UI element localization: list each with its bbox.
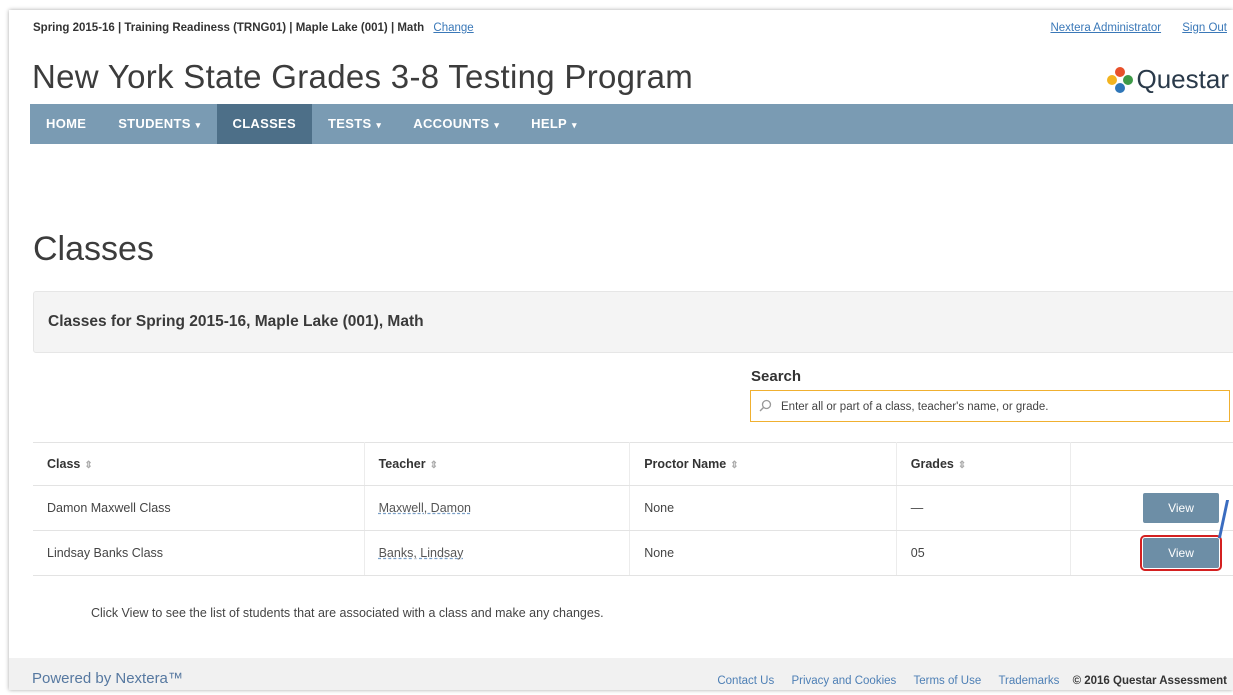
nav-tests[interactable]: TESTS ▾ [312,104,397,144]
user-links: Nextera Administrator Sign Out [1032,22,1227,34]
footer-links: Contact Us Privacy and Cookies Terms of … [703,675,1227,687]
col-teacher[interactable]: Teacher ⇕ [364,442,631,486]
page-title: Classes [33,230,154,268]
context-info: Spring 2015-16 | Training Readiness (TRN… [33,22,474,34]
classes-panel: Classes for Spring 2015-16, Maple Lake (… [33,291,1233,353]
terms-link[interactable]: Terms of Use [913,675,981,687]
teacher-link[interactable]: Banks, Lindsay [379,546,464,560]
col-actions [1070,442,1233,486]
site-header: New York State Grades 3-8 Testing Progra… [9,52,1233,102]
panel-heading: Classes for Spring 2015-16, Maple Lake (… [48,313,424,330]
questar-logo-icon [1106,66,1133,93]
col-grades-label: Grades [910,457,954,471]
class-name-cell: Damon Maxwell Class [33,485,365,531]
program-title: New York State Grades 3-8 Testing Progra… [32,58,694,95]
footer: Powered by Nextera™ Contact Us Privacy a… [9,658,1233,690]
instruction-note: Click View to see the list of students t… [91,606,604,620]
nav-tests-label: TESTS [328,116,372,131]
col-grades[interactable]: Grades ⇕ [896,442,1072,486]
privacy-link[interactable]: Privacy and Cookies [791,675,896,687]
grades-cell: 05 [896,530,1072,576]
sort-icon: ⇕ [957,460,967,471]
nav-classes[interactable]: CLASSES [216,104,313,144]
search-box [750,390,1230,422]
contact-us-link[interactable]: Contact Us [717,675,774,687]
sort-icon: ⇕ [84,460,93,471]
col-class-label: Class [47,457,81,471]
chevron-down-icon: ▾ [494,120,500,130]
nav-home-label: HOME [46,116,87,131]
col-teacher-label: Teacher [378,457,426,471]
context-text: Spring 2015-16 | Training Readiness (TRN… [33,22,425,34]
col-proctor[interactable]: Proctor Name ⇕ [629,442,897,486]
change-context-link[interactable]: Change [433,22,473,34]
class-name-cell: Lindsay Banks Class [33,530,365,576]
app-window: Spring 2015-16 | Training Readiness (TRN… [9,10,1233,690]
col-class[interactable]: Class ⇕ [33,442,365,486]
nav-help[interactable]: HELP ▾ [515,104,593,144]
copyright: © 2016 Questar Assessment [1072,675,1227,687]
grades-cell: — [896,485,1072,531]
sign-out-link[interactable]: Sign Out [1182,22,1227,34]
chevron-down-icon: ▾ [572,120,577,130]
proctor-cell: None [629,485,897,531]
view-button[interactable]: View [1143,493,1219,523]
main-nav: HOME STUDENTS ▾ CLASSES TESTS ▾ ACCOUNTS ▾ … [30,104,1233,144]
chevron-down-icon: ▾ [376,120,382,130]
search-input[interactable] [779,393,1223,421]
proctor-cell: None [629,530,897,576]
teacher-cell: Banks, Lindsay [364,530,631,576]
teacher-link[interactable]: Maxwell, Damon [379,501,471,515]
table-header-row: Class ⇕ Teacher ⇕ Proctor Name ⇕ Grades ⇕ [33,442,1233,486]
sort-icon: ⇕ [429,460,438,471]
table-row: Lindsay Banks Class Banks, Lindsay None … [33,530,1233,576]
col-proctor-label: Proctor Name [644,457,727,471]
sort-icon: ⇕ [730,460,739,471]
table-row: Damon Maxwell Class Maxwell, Damon None … [33,485,1233,531]
search-label: Search [751,368,802,385]
chevron-down-icon: ▾ [195,120,201,130]
nav-help-label: HELP [531,116,568,131]
nav-accounts-label: ACCOUNTS [413,116,490,131]
powered-by: Powered by Nextera™ [32,670,183,687]
action-cell: View [1070,485,1233,531]
nav-home[interactable]: HOME [30,104,102,144]
view-button-highlighted[interactable]: View [1140,535,1222,571]
questar-logo: Questar [1106,64,1230,95]
action-cell: View [1070,530,1233,576]
nav-accounts[interactable]: ACCOUNTS ▾ [397,104,515,144]
classes-table: Class ⇕ Teacher ⇕ Proctor Name ⇕ Grades ⇕ Da… [33,442,1233,576]
context-bar: Spring 2015-16 | Training Readiness (TRN… [9,10,1233,48]
brand-name: Questar [1136,64,1230,94]
teacher-cell: Maxwell, Damon [364,485,631,531]
user-account-link[interactable]: Nextera Administrator [1050,22,1161,34]
nav-classes-label: CLASSES [232,116,297,131]
search-icon [759,399,772,412]
trademarks-link[interactable]: Trademarks [998,675,1059,687]
nav-students-label: STUDENTS [118,116,191,131]
nav-students[interactable]: STUDENTS ▾ [102,104,216,144]
